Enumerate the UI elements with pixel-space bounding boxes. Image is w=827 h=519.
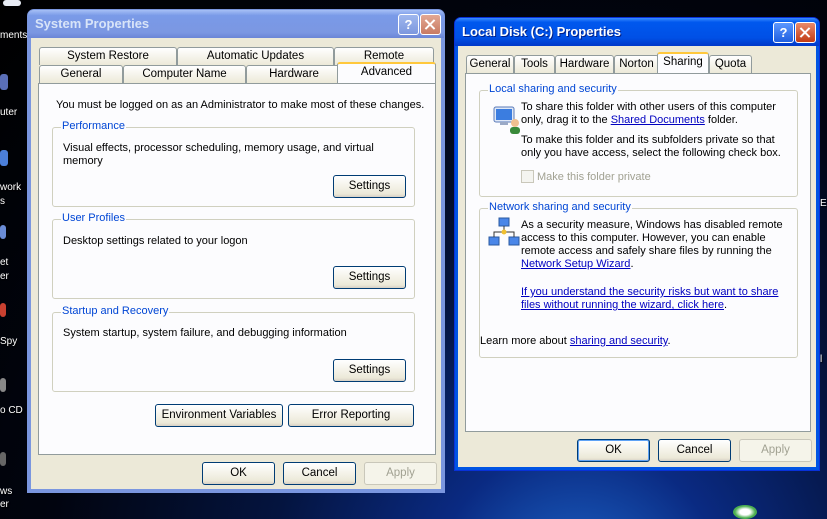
- apply-button[interactable]: Apply: [364, 462, 437, 485]
- startup-recovery-description: System startup, system failure, and debu…: [63, 327, 347, 339]
- desktop-icon-1[interactable]: [0, 0, 26, 6]
- performance-title: Performance: [61, 120, 126, 132]
- desktop-label[interactable]: er: [0, 271, 9, 282]
- local-sharing-group: Local sharing and security To share this…: [479, 83, 798, 197]
- ok-button[interactable]: OK: [577, 439, 650, 462]
- tab-system-restore[interactable]: System Restore: [39, 47, 177, 65]
- sharing-and-security-link[interactable]: sharing and security: [570, 335, 668, 347]
- tab-advanced[interactable]: Advanced: [337, 62, 436, 83]
- desktop-label-right[interactable]: l: [820, 354, 822, 365]
- admin-note: You must be logged on as an Administrato…: [56, 99, 425, 111]
- user-profiles-group: User Profiles Desktop settings related t…: [52, 212, 415, 299]
- make-private-label: Make this folder private: [537, 171, 651, 183]
- system-properties-titlebar[interactable]: System Properties: [28, 10, 444, 38]
- desktop-label[interactable]: s: [0, 196, 5, 207]
- local-sharing-text-1: To share this folder with other users of…: [521, 101, 776, 126]
- window-title: Local Disk (C:) Properties: [462, 24, 621, 39]
- security-risk-text: If you understand the security risks but…: [521, 286, 779, 311]
- startup-recovery-title: Startup and Recovery: [61, 305, 170, 317]
- learn-more-text: Learn more about sharing and security.: [480, 335, 671, 347]
- network-sharing-description: As a security measure, Windows has disab…: [521, 219, 783, 270]
- local-disk-titlebar[interactable]: Local Disk (C:) Properties: [455, 18, 819, 46]
- internet-icon[interactable]: [0, 225, 26, 239]
- desktop-label[interactable]: uter: [0, 107, 17, 118]
- computer-users-icon: [490, 103, 520, 134]
- tab-quota[interactable]: Quota: [709, 55, 752, 73]
- cancel-button[interactable]: Cancel: [658, 439, 731, 462]
- tab-sharing[interactable]: Sharing: [657, 52, 709, 73]
- network-sharing-title: Network sharing and security: [488, 201, 632, 213]
- my-computer-icon[interactable]: [0, 74, 26, 90]
- help-button[interactable]: ?: [773, 22, 794, 43]
- tab-computer-name[interactable]: Computer Name: [123, 65, 246, 83]
- performance-group: Performance Visual effects, processor sc…: [52, 120, 415, 207]
- error-reporting-button[interactable]: Error Reporting: [288, 404, 414, 427]
- tab-tools[interactable]: Tools: [514, 55, 555, 73]
- user-profiles-title: User Profiles: [61, 212, 126, 224]
- tab-general[interactable]: General: [39, 65, 123, 83]
- local-sharing-text-2: To make this folder and its subfolders p…: [521, 134, 781, 159]
- spy-icon[interactable]: [0, 303, 26, 317]
- tab-norton[interactable]: Norton: [614, 55, 659, 73]
- desktop-label[interactable]: Spy: [0, 336, 17, 347]
- share-without-wizard-link-2[interactable]: files without running the wizard, click …: [521, 299, 724, 311]
- tray-icon[interactable]: [733, 505, 757, 519]
- cd-icon[interactable]: [0, 378, 26, 392]
- tab-hardware[interactable]: Hardware: [246, 65, 342, 83]
- close-button[interactable]: [795, 22, 816, 43]
- ok-button[interactable]: OK: [202, 462, 275, 485]
- tab-automatic-updates[interactable]: Automatic Updates: [177, 47, 334, 65]
- network-icon[interactable]: [0, 150, 26, 166]
- help-button[interactable]: ?: [398, 14, 419, 35]
- user-profiles-description: Desktop settings related to your logon: [63, 235, 248, 247]
- cancel-button[interactable]: Cancel: [283, 462, 356, 485]
- apply-button[interactable]: Apply: [739, 439, 812, 462]
- desktop-label[interactable]: o CD: [0, 405, 23, 416]
- tab-general[interactable]: General: [466, 55, 514, 73]
- performance-settings-button[interactable]: Settings: [333, 175, 406, 198]
- sharing-panel: Local sharing and security To share this…: [465, 73, 811, 432]
- desktop-label[interactable]: et: [0, 257, 8, 268]
- local-disk-properties-window[interactable]: Local Disk (C:) Properties ? General Too…: [454, 17, 820, 471]
- system-properties-window[interactable]: System Properties ? System Restore Autom…: [27, 9, 445, 493]
- environment-variables-button[interactable]: Environment Variables: [155, 404, 283, 427]
- network-icon: [488, 217, 520, 249]
- close-button[interactable]: [420, 14, 441, 35]
- windows-icon[interactable]: [0, 452, 26, 466]
- startup-recovery-settings-button[interactable]: Settings: [333, 359, 406, 382]
- advanced-panel: You must be logged on as an Administrato…: [38, 83, 436, 455]
- local-sharing-title: Local sharing and security: [488, 83, 618, 95]
- network-sharing-group: Network sharing and security As a securi…: [479, 201, 798, 358]
- desktop-label[interactable]: work: [0, 182, 21, 193]
- window-title: System Properties: [35, 16, 150, 31]
- user-profiles-settings-button[interactable]: Settings: [333, 266, 406, 289]
- tab-hardware[interactable]: Hardware: [555, 55, 614, 73]
- performance-description: Visual effects, processor scheduling, me…: [63, 142, 374, 167]
- desktop-label[interactable]: ws: [0, 486, 12, 497]
- network-setup-wizard-link[interactable]: Network Setup Wizard: [521, 258, 630, 270]
- shared-documents-link[interactable]: Shared Documents: [611, 114, 705, 126]
- desktop-label[interactable]: er: [0, 499, 9, 510]
- desktop-label-right[interactable]: E: [820, 198, 827, 209]
- share-without-wizard-link[interactable]: If you understand the security risks but…: [521, 286, 778, 298]
- startup-recovery-group: Startup and Recovery System startup, sys…: [52, 305, 415, 392]
- make-private-checkbox[interactable]: [521, 170, 534, 183]
- desktop-label[interactable]: ments: [0, 30, 27, 41]
